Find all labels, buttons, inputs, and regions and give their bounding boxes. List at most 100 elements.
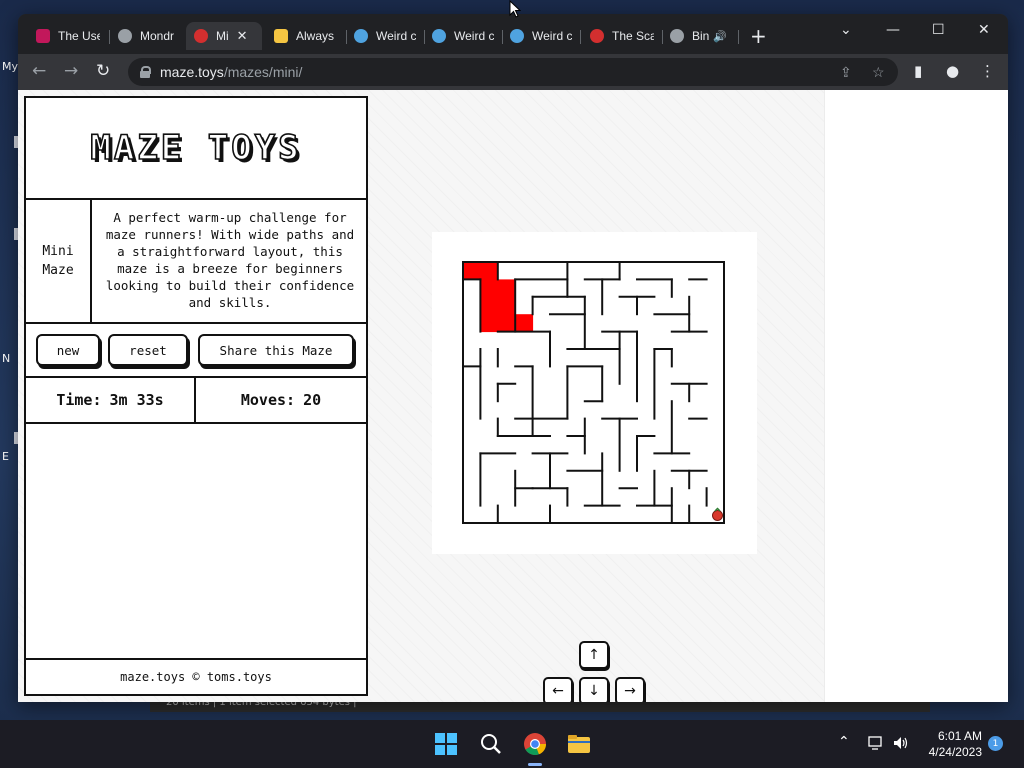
footer-credit[interactable]: maze.toys © toms.toys	[26, 658, 366, 694]
tab-favicon-icon	[274, 29, 288, 43]
system-clock[interactable]: 6:01 AM 4/24/2023	[918, 728, 982, 760]
tab-favicon-icon	[354, 29, 368, 43]
forward-button[interactable]: →	[64, 61, 78, 81]
tab-favicon-icon	[510, 29, 524, 43]
maze-name: Mini Maze	[26, 200, 92, 322]
desktop-label: My	[2, 60, 19, 73]
tab[interactable]: Mondri	[110, 22, 182, 50]
maze-board[interactable]	[432, 232, 757, 554]
menu-icon[interactable]: ⋮	[980, 62, 995, 80]
desktop-label: E	[2, 450, 9, 463]
tab-favicon-icon	[432, 29, 446, 43]
notification-badge[interactable]: 1	[988, 736, 1003, 751]
tab-close-icon[interactable]: ✕	[237, 28, 248, 44]
share-icon[interactable]: ⇪	[840, 64, 852, 81]
page-viewport: MAZE TOYS Mini Maze A perfect warm-up ch…	[18, 90, 1008, 702]
chevron-up-icon[interactable]: ⌃	[838, 734, 850, 750]
tab-title: Mi	[216, 29, 229, 43]
maze-info: Mini Maze A perfect warm-up challenge fo…	[26, 200, 366, 324]
visited-cell	[480, 314, 499, 333]
address-bar[interactable]: maze.toys /mazes/mini/ ⇪ ☆	[128, 58, 898, 86]
maze-name-line: Mini	[42, 244, 74, 259]
button-row: new reset Share this Maze	[26, 324, 366, 378]
moves-stat: Moves: 20	[196, 378, 366, 422]
tab[interactable]: Weird c	[346, 22, 424, 50]
visited-cell	[480, 279, 499, 298]
profile-icon[interactable]: ●	[946, 62, 959, 80]
taskbar: ⌃ 6:01 AM 4/24/2023	[0, 720, 1024, 768]
url-path: /mazes/mini/	[223, 64, 303, 80]
audio-icon[interactable]: 🔊	[713, 30, 727, 43]
clock-date: 4/24/2023	[928, 745, 982, 759]
tab-title: Weird c	[376, 29, 416, 43]
tab-title: Always	[296, 29, 335, 43]
browser-window: The Use Mondri Mi ✕ Always Weird c Weird…	[18, 14, 1008, 702]
up-arrow-key[interactable]: ↑	[579, 641, 609, 669]
tab[interactable]: Weird c	[424, 22, 502, 50]
time-stat: Time: 3m 33s	[26, 378, 196, 422]
tab-separator	[738, 30, 739, 44]
tab[interactable]: Always	[266, 22, 346, 50]
tomato-icon	[194, 29, 208, 43]
visited-cell	[515, 314, 534, 333]
new-button[interactable]: new	[36, 334, 100, 366]
maze-description: A perfect warm-up challenge for maze run…	[105, 210, 355, 310]
visited-cell	[497, 314, 516, 333]
bookmark-star-icon[interactable]: ☆	[872, 64, 885, 81]
visited-cell	[480, 262, 499, 280]
tab-title: The Sca	[612, 29, 654, 43]
tab-separator	[580, 30, 581, 44]
tab[interactable]: Bin 🔊	[662, 22, 738, 50]
globe-icon	[670, 29, 684, 43]
maximize-button[interactable]: ☐	[932, 22, 945, 38]
time-value: 3m 33s	[109, 391, 164, 409]
side-panel-icon[interactable]: ▮	[914, 62, 922, 80]
moves-label: Moves:	[240, 391, 296, 409]
side-panel: MAZE TOYS Mini Maze A perfect warm-up ch…	[24, 96, 368, 696]
right-arrow-key[interactable]: →	[615, 677, 645, 702]
back-button[interactable]: ←	[32, 61, 46, 81]
left-arrow-key[interactable]: ←	[543, 677, 573, 702]
tab[interactable]: Weird c	[502, 22, 580, 50]
minimize-button[interactable]: —	[886, 22, 900, 38]
url-host: maze.toys	[160, 64, 224, 80]
desktop-background: My N E	[0, 60, 20, 480]
reset-button[interactable]: reset	[108, 334, 188, 366]
reload-button[interactable]: ↻	[96, 61, 110, 81]
maze-card	[432, 232, 757, 554]
clock-time: 6:01 AM	[937, 729, 982, 743]
search-icon[interactable]	[479, 732, 503, 756]
volume-icon[interactable]	[892, 735, 910, 751]
new-tab-button[interactable]: +	[750, 24, 767, 48]
tab-favicon-icon	[36, 29, 50, 43]
tab-active[interactable]: Mi ✕	[186, 22, 262, 50]
share-maze-button[interactable]: Share this Maze	[198, 334, 354, 366]
maze-name-line: Maze	[42, 263, 74, 278]
tab-search-icon[interactable]: ⌄	[840, 22, 852, 38]
time-label: Time:	[56, 391, 102, 409]
tab[interactable]: The Use	[28, 22, 108, 50]
active-app-indicator	[528, 763, 542, 766]
tab-title: Weird c	[454, 29, 494, 43]
visited-cell	[480, 296, 499, 315]
lock-icon[interactable]	[140, 66, 151, 78]
chrome-icon[interactable]	[523, 732, 547, 756]
windows-start-icon[interactable]	[434, 732, 458, 756]
browser-toolbar: ← → ↻ maze.toys /mazes/mini/ ⇪ ☆ ▮ ● ⋮	[18, 54, 1008, 90]
visited-cell	[497, 296, 516, 315]
down-arrow-key[interactable]: ↓	[579, 677, 609, 702]
goal-tomato-icon	[712, 507, 723, 521]
tomato-icon	[590, 29, 604, 43]
visited-cell	[463, 262, 481, 280]
tab[interactable]: The Sca	[582, 22, 662, 50]
tab-title: The Use	[58, 29, 100, 43]
close-button[interactable]: ✕	[978, 22, 990, 38]
file-explorer-icon[interactable]	[567, 732, 591, 756]
page-right-area	[824, 90, 1008, 702]
desktop-label: N	[2, 352, 11, 365]
tab-title: Weird c	[532, 29, 572, 43]
network-icon[interactable]	[868, 735, 884, 751]
tab-title: Bin	[692, 29, 710, 43]
visited-cell	[497, 279, 516, 298]
site-logo[interactable]: MAZE TOYS	[90, 127, 301, 169]
